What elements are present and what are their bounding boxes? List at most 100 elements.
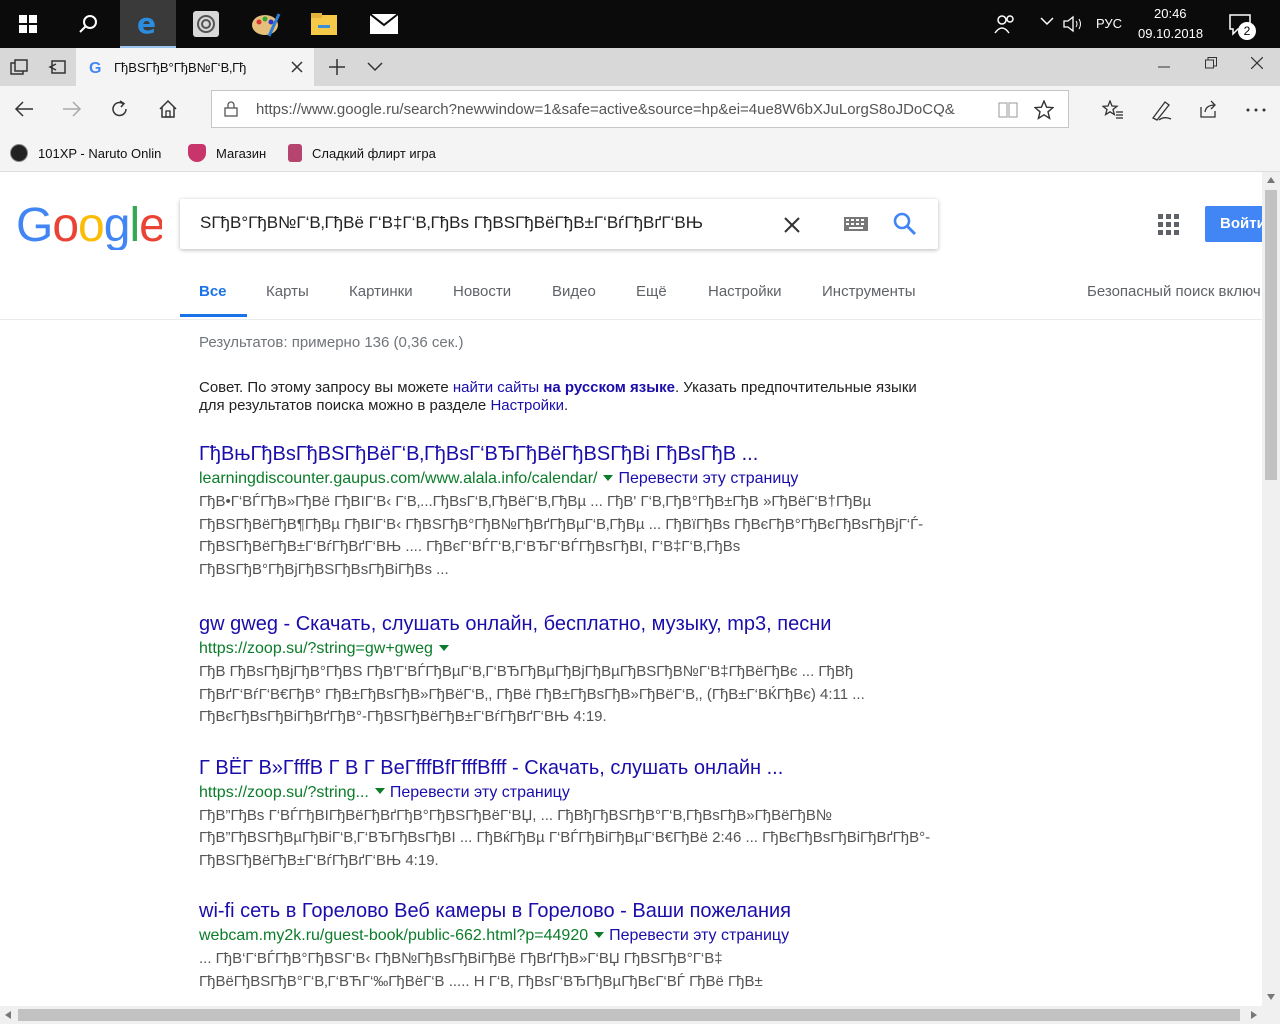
- caret-down-icon[interactable]: [438, 644, 449, 651]
- windows-start-icon[interactable]: [0, 0, 56, 48]
- set-aside-tabs-icon[interactable]: [48, 59, 66, 75]
- people-icon[interactable]: [994, 14, 1016, 34]
- horizontal-scroll-thumb[interactable]: [18, 1009, 1240, 1021]
- taskbar: e РУС 20:46 09.10.2018 2: [0, 0, 1280, 48]
- result-title-link[interactable]: ГђВњГђВѕГђВЅГђВёГ‘В‚ГђВѕГ‘ВЂГђВёГђВЅГђВі…: [199, 441, 939, 467]
- tab-news[interactable]: Новости: [453, 283, 511, 300]
- tab-manager-icon[interactable]: [10, 59, 28, 75]
- result-snippet: ГђВ”ГђВѕ Г‘ВЃГђВІГђВёГђВґГђВ°ГђВЅГђВёГ‘В…: [199, 806, 931, 869]
- apps-grid-icon[interactable]: [1158, 214, 1180, 236]
- close-window-icon[interactable]: [1251, 57, 1263, 69]
- tab-more[interactable]: Ещё: [636, 283, 667, 300]
- tab-settings[interactable]: Настройки: [708, 283, 782, 300]
- edge-icon[interactable]: e: [120, 0, 176, 48]
- horizontal-scrollbar[interactable]: [0, 1006, 1280, 1024]
- search-input[interactable]: SГђВ°ГђВ№Г‘В‚ГђВё Г‘В‡Г‘В‚ГђВѕ ГђВЅГђВёГ…: [200, 213, 703, 233]
- app-icon[interactable]: [178, 0, 234, 48]
- search-result: Г ВЁГ В»ГfffВ Г В Г ВеГfffВfГfffВfff - С…: [199, 755, 939, 873]
- result-url: webcam.my2k.ru/guest-book/public-662.htm…: [199, 926, 939, 946]
- search-box[interactable]: SГђВ°ГђВ№Г‘В‚ГђВё Г‘В‡Г‘В‚ГђВѕ ГђВЅГђВёГ…: [180, 199, 938, 249]
- language-indicator[interactable]: РУС: [1096, 16, 1122, 31]
- clear-search-icon[interactable]: [783, 216, 801, 234]
- result-url-text: learningdiscounter.gaupus.com/www.alala.…: [199, 470, 598, 487]
- keyboard-icon[interactable]: [844, 217, 868, 231]
- search-icon[interactable]: [60, 0, 116, 48]
- minimize-icon[interactable]: [1158, 66, 1170, 68]
- result-title-link[interactable]: gw gweg - Скачать, слушать онлайн, беспл…: [199, 611, 939, 637]
- scroll-left-icon[interactable]: [5, 1011, 11, 1019]
- pen-icon[interactable]: [1150, 99, 1172, 121]
- file-explorer-icon[interactable]: [296, 0, 352, 48]
- scroll-right-icon[interactable]: [1251, 1011, 1257, 1019]
- tab-maps[interactable]: Карты: [266, 283, 309, 300]
- favorites-bar: 101XP - Naruto Onlin Магазин Сладкий фли…: [0, 134, 1280, 172]
- caret-down-icon[interactable]: [603, 474, 614, 481]
- tab-images[interactable]: Картинки: [349, 283, 413, 300]
- vertical-scrollbar[interactable]: [1262, 172, 1280, 1006]
- favorites-hub-icon[interactable]: [1102, 100, 1124, 120]
- share-icon[interactable]: [1198, 99, 1218, 119]
- close-tab-icon[interactable]: [290, 60, 304, 74]
- caret-down-icon[interactable]: [594, 931, 605, 938]
- search-result: wi-fi сеть в Горелово Веб камеры в Горел…: [199, 898, 939, 993]
- back-arrow-icon[interactable]: [14, 100, 34, 118]
- safe-search-status[interactable]: Безопасный поиск включ: [1087, 283, 1261, 300]
- result-title-link[interactable]: wi-fi сеть в Горелово Веб камеры в Горел…: [199, 898, 939, 924]
- svg-text:G: G: [89, 60, 101, 75]
- tab-strip: G ГђВЅГђВ°ГђВ№Г‘В‚Гђ: [0, 48, 1280, 86]
- address-bar[interactable]: https://www.google.ru/search?newwindow=1…: [211, 90, 1069, 128]
- tip-link-find-sites[interactable]: найти сайты: [453, 379, 539, 396]
- result-url: learningdiscounter.gaupus.com/www.alala.…: [199, 469, 939, 489]
- tab-all[interactable]: Все: [199, 283, 227, 300]
- favorite-item[interactable]: Сладкий флирт игра: [288, 144, 436, 162]
- search-tip: Совет. По этому запросу вы можете найти …: [199, 379, 939, 415]
- restore-icon[interactable]: [1205, 57, 1217, 69]
- google-logo[interactable]: Google: [16, 198, 162, 250]
- translate-link[interactable]: Перевести эту страницу: [609, 927, 789, 944]
- tip-text: .: [564, 397, 569, 414]
- favorite-item[interactable]: Магазин: [188, 144, 266, 162]
- paint-icon[interactable]: [238, 0, 294, 48]
- tab-title: ГђВЅГђВ°ГђВ№Г‘В‚Гђ: [114, 59, 247, 75]
- clock-time[interactable]: 20:46: [1154, 6, 1187, 21]
- new-tab-icon[interactable]: [328, 58, 346, 76]
- refresh-icon[interactable]: [110, 99, 130, 119]
- tab-videos[interactable]: Видео: [552, 283, 596, 300]
- search-result: gw gweg - Скачать, слушать онлайн, беспл…: [199, 611, 939, 729]
- result-title-link[interactable]: Г ВЁГ В»ГfffВ Г В Г ВеГfffВfГfffВfff - С…: [199, 755, 939, 781]
- notification-icon[interactable]: 2: [1228, 12, 1256, 40]
- results-list: Результатов: примерно 136 (0,36 сек.) Со…: [199, 334, 939, 993]
- caret-down-icon[interactable]: [374, 788, 385, 795]
- translate-link[interactable]: Перевести эту страницу: [390, 784, 570, 801]
- translate-link[interactable]: Перевести эту страницу: [618, 470, 798, 487]
- url-text[interactable]: https://www.google.ru/search?newwindow=1…: [256, 101, 991, 118]
- scroll-up-icon[interactable]: [1267, 177, 1275, 183]
- more-icon[interactable]: [1246, 108, 1266, 112]
- scroll-down-icon[interactable]: [1267, 994, 1275, 1000]
- result-snippet: ГђВ•Г‘ВЃГђВ»ГђВё ГђВІГ‘В‹ Г‘В‚...ГђВѕГ‘В…: [199, 493, 924, 578]
- mail-icon[interactable]: [356, 0, 412, 48]
- search-result: ГђВњГђВѕГђВЅГђВёГ‘В‚ГђВѕГ‘ВЂГђВёГђВЅГђВі…: [199, 441, 939, 581]
- home-icon[interactable]: [158, 99, 178, 119]
- tip-link-settings[interactable]: Настройки: [490, 397, 564, 414]
- notification-count: 2: [1238, 22, 1256, 40]
- signin-button[interactable]: Войти: [1205, 206, 1262, 242]
- reading-view-icon[interactable]: [998, 102, 1018, 118]
- search-submit-icon[interactable]: [893, 212, 917, 236]
- chevron-down-icon[interactable]: [367, 62, 383, 72]
- clock-date[interactable]: 09.10.2018: [1138, 26, 1203, 41]
- lock-icon[interactable]: [224, 101, 238, 117]
- result-url-text: https://zoop.su/?string...: [199, 783, 369, 801]
- tip-link-russian[interactable]: на русском языке: [543, 379, 675, 396]
- forward-arrow-icon[interactable]: [62, 100, 82, 118]
- favorite-item[interactable]: 101XP - Naruto Onlin: [10, 144, 161, 162]
- result-url: https://zoop.su/?string... Перевести эту …: [199, 783, 939, 803]
- tab-active[interactable]: G ГђВЅГђВ°ГђВ№Г‘В‚Гђ: [76, 48, 314, 86]
- volume-icon[interactable]: [1062, 14, 1084, 34]
- google-favicon-icon: G: [88, 59, 104, 75]
- active-tab-indicator: [180, 314, 247, 317]
- vertical-scroll-thumb[interactable]: [1265, 190, 1277, 480]
- chevron-up-icon[interactable]: [1040, 16, 1054, 26]
- favorite-star-icon[interactable]: [1034, 100, 1054, 120]
- tab-tools[interactable]: Инструменты: [822, 283, 916, 300]
